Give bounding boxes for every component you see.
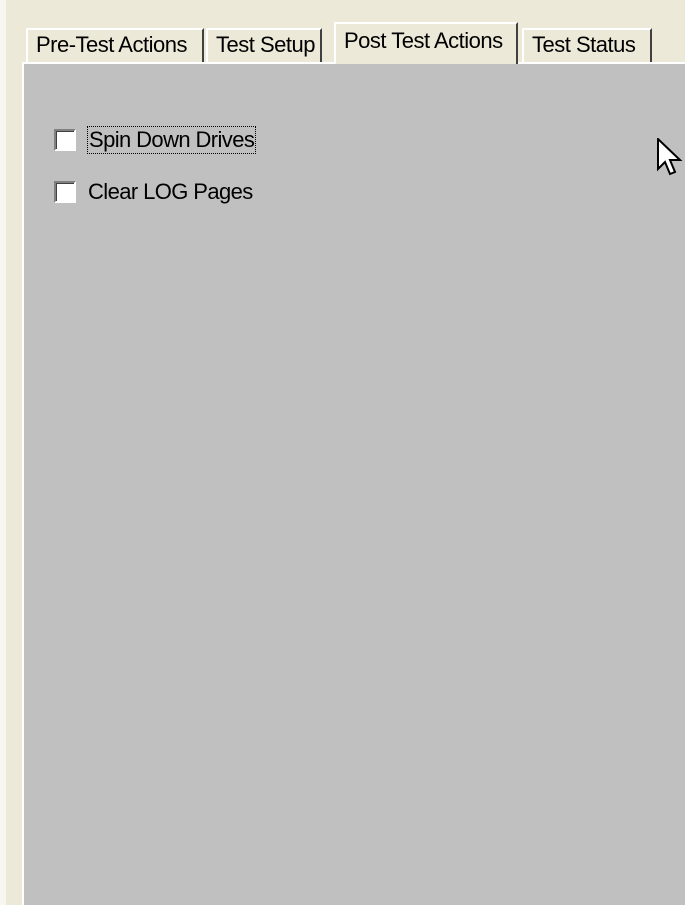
window-left-edge — [0, 0, 6, 905]
spin-down-drives-option[interactable]: Spin Down Drives — [54, 125, 257, 155]
clear-log-pages-option[interactable]: Clear LOG Pages — [54, 177, 253, 207]
dialog-window: Pre-Test Actions Test Setup Post Test Ac… — [0, 0, 685, 905]
tab-test-setup[interactable]: Test Setup — [206, 28, 322, 62]
clear-log-pages-checkbox[interactable] — [54, 181, 76, 203]
arrow-pointer-icon — [657, 138, 683, 176]
tab-post-test-actions[interactable]: Post Test Actions — [334, 22, 518, 64]
panel-content: Spin Down Drives Clear LOG Pages — [28, 66, 685, 905]
tab-strip: Pre-Test Actions Test Setup Post Test Ac… — [22, 22, 685, 64]
tab-panel-post-test-actions: Spin Down Drives Clear LOG Pages — [22, 62, 685, 905]
spin-down-drives-label[interactable]: Spin Down Drives — [86, 126, 257, 154]
tab-test-status[interactable]: Test Status — [522, 28, 652, 62]
clear-log-pages-label[interactable]: Clear LOG Pages — [88, 179, 253, 205]
spin-down-drives-checkbox[interactable] — [54, 129, 76, 151]
tab-pre-test-actions[interactable]: Pre-Test Actions — [26, 28, 204, 62]
